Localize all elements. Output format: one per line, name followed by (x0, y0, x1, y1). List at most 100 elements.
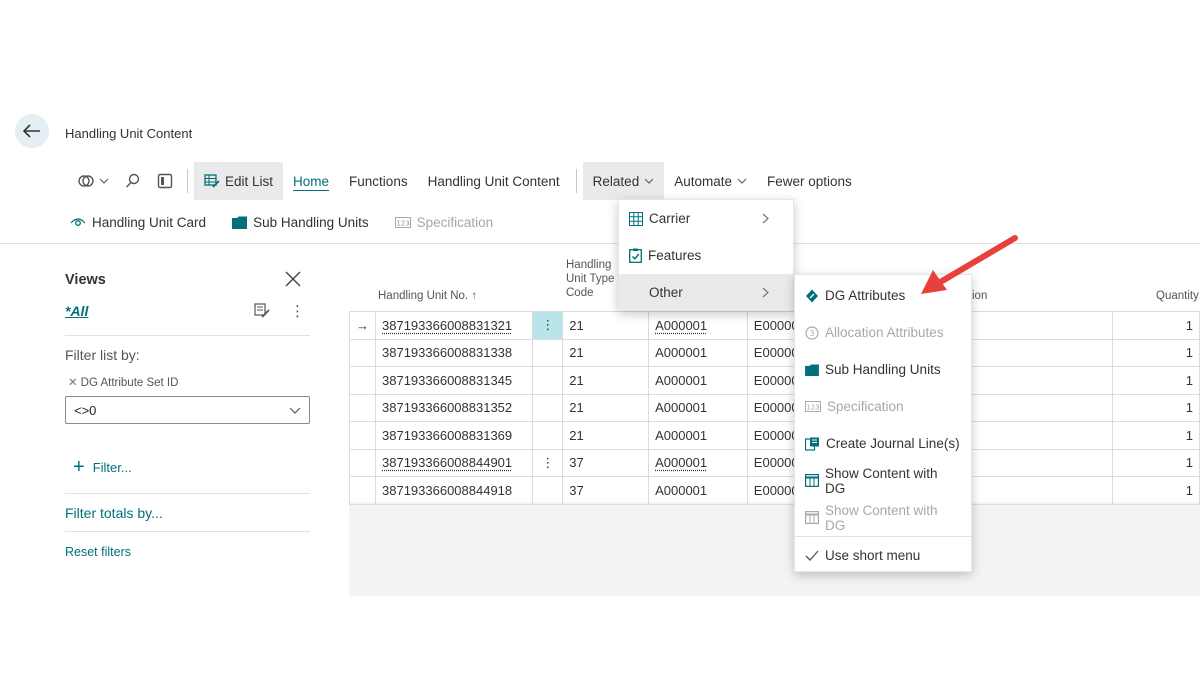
cell-type-code[interactable]: 21 (562, 311, 650, 340)
chevron-right-icon (762, 287, 769, 298)
tab-automate[interactable]: Automate (664, 162, 757, 200)
menu-item-other[interactable]: Other (619, 274, 793, 311)
menu-item-specification[interactable]: 123 Specification (795, 388, 971, 425)
filter-totals-by-link[interactable]: Filter totals by... (65, 505, 163, 521)
cell-handling-unit-no[interactable]: 387193366008844918 (374, 476, 534, 505)
cell-handling-unit-no[interactable]: 387193366008831352 (374, 393, 534, 422)
row-selector[interactable] (349, 338, 376, 367)
row-selector[interactable] (349, 476, 376, 505)
row-actions-icon[interactable] (532, 366, 564, 395)
menu-item-label: Use short menu (825, 548, 921, 563)
toolbar-separator (575, 169, 577, 193)
cell-quantity[interactable]: 1 (1111, 421, 1200, 450)
cell-item-no[interactable]: A000001 (648, 311, 748, 340)
tab-related[interactable]: Related (582, 162, 665, 200)
back-button[interactable] (15, 114, 49, 148)
cell-quantity[interactable]: 1 (1111, 366, 1200, 395)
table-icon (805, 474, 819, 487)
column-header-line: Code (566, 287, 594, 299)
open-in-page-button[interactable] (149, 162, 181, 200)
menu-item-features[interactable]: Features (619, 237, 793, 274)
tab-functions[interactable]: Functions (339, 162, 418, 200)
close-icon (285, 271, 301, 287)
cell-quantity[interactable]: 1 (1111, 338, 1200, 367)
row-selector[interactable] (349, 366, 376, 395)
cell-handling-unit-no[interactable]: 387193366008831369 (374, 421, 534, 450)
cell-item-no[interactable]: A000001 (648, 393, 748, 422)
view-all-link[interactable]: *All (65, 303, 88, 319)
copilot-menu-button[interactable] (70, 162, 117, 200)
cell-quantity[interactable]: 1 (1111, 311, 1200, 340)
row-actions-icon[interactable] (532, 476, 564, 505)
table-row[interactable]: → 387193366008831321 ⋮ 21 A000001 E00000 1 (349, 311, 1200, 340)
row-actions-icon[interactable] (532, 393, 564, 422)
cell-type-code[interactable]: 21 (562, 393, 650, 422)
cell-handling-unit-no[interactable]: 387193366008831338 (374, 338, 534, 367)
remove-filter-icon[interactable]: ✕ (68, 377, 78, 389)
menu-item-show-content-with-dg[interactable]: Show Content with DG (795, 462, 971, 499)
table-row[interactable]: 387193366008831338 21 A000001 E00000 1 (349, 338, 1200, 367)
row-actions-icon[interactable] (532, 338, 564, 367)
row-selector[interactable] (349, 393, 376, 422)
table-row[interactable]: 387193366008831345 21 A000001 E00000 1 (349, 366, 1200, 395)
cell-item-no[interactable]: A000001 (648, 476, 748, 505)
table-row[interactable]: 387193366008831369 21 A000001 E00000 1 (349, 421, 1200, 450)
specification-button[interactable]: 123 Specification (394, 215, 493, 230)
cell-quantity[interactable]: 1 (1111, 448, 1200, 477)
svg-text:3: 3 (809, 329, 814, 338)
menu-item-carrier[interactable]: Carrier (619, 200, 793, 237)
row-selector[interactable] (349, 421, 376, 450)
cell-handling-unit-no[interactable]: 387193366008831345 (374, 366, 534, 395)
handling-unit-card-button[interactable]: Handling Unit Card (70, 215, 206, 230)
row-actions-icon[interactable]: ⋮ (532, 448, 564, 477)
close-filter-pane-button[interactable] (284, 270, 302, 291)
menu-item-sub-handling-units[interactable]: Sub Handling Units (795, 351, 971, 388)
promoted-actions-bar: Handling Unit Card Sub Handling Units 12… (70, 205, 519, 239)
row-actions-icon[interactable]: ⋮ (532, 311, 564, 340)
cell-item-no[interactable]: A000001 (648, 448, 748, 477)
menu-item-create-journal-lines[interactable]: Create Journal Line(s) (795, 425, 971, 462)
table-row[interactable]: 387193366008844918 37 A000001 E00000 1 (349, 476, 1200, 505)
cell-type-code[interactable]: 37 (562, 448, 650, 477)
divider (65, 335, 310, 336)
table-row[interactable]: 387193366008831352 21 A000001 E00000 1 (349, 393, 1200, 422)
plus-icon: + (73, 456, 85, 478)
column-header-handling-unit-type-code[interactable]: Handling Unit Type Code (566, 258, 614, 300)
menu-item-show-content-with-dg-disabled[interactable]: Show Content with DG (795, 499, 971, 536)
handling-unit-card-label: Handling Unit Card (92, 214, 207, 230)
search-button[interactable] (117, 162, 149, 200)
cell-handling-unit-no[interactable]: 387193366008831321 (374, 311, 534, 340)
cell-type-code[interactable]: 21 (562, 338, 650, 367)
tab-handling-unit-content[interactable]: Handling Unit Content (418, 162, 570, 200)
table-row[interactable]: 387193366008844901 ⋮ 37 A000001 E00000 1 (349, 448, 1200, 477)
cell-item-no[interactable]: A000001 (648, 366, 748, 395)
reset-filters-link[interactable]: Reset filters (65, 545, 131, 559)
cell-quantity[interactable]: 1 (1111, 393, 1200, 422)
row-selector[interactable]: → (349, 311, 376, 340)
filter-list-by-label: Filter list by: (65, 347, 140, 363)
divider (65, 493, 310, 494)
sub-handling-units-button[interactable]: Sub Handling Units (232, 215, 369, 230)
cell-quantity[interactable]: 1 (1111, 476, 1200, 505)
menu-item-use-short-menu[interactable]: Use short menu (795, 537, 971, 574)
menu-item-allocation-attributes[interactable]: 3 Allocation Attributes (795, 314, 971, 351)
view-more-options-icon[interactable]: ⋮ (290, 302, 305, 320)
fewer-options-button[interactable]: Fewer options (757, 162, 862, 200)
allocation-icon: 3 (805, 325, 819, 340)
row-selector[interactable] (349, 448, 376, 477)
cell-type-code[interactable]: 37 (562, 476, 650, 505)
cell-item-no[interactable]: A000001 (648, 338, 748, 367)
column-header-quantity[interactable]: Quantity (1156, 289, 1199, 303)
cell-type-code[interactable]: 21 (562, 421, 650, 450)
filter-value-field[interactable]: <>0 (65, 396, 310, 424)
edit-view-button[interactable] (254, 303, 270, 321)
add-filter-button[interactable]: + Filter... (73, 457, 132, 477)
cell-item-no[interactable]: A000001 (648, 421, 748, 450)
column-header-handling-unit-no[interactable]: Handling Unit No. ↑ (378, 289, 477, 303)
cell-handling-unit-no[interactable]: 387193366008844901 (374, 448, 534, 477)
tab-home[interactable]: Home (283, 162, 339, 200)
edit-list-button[interactable]: Edit List (194, 162, 284, 200)
menu-item-label: Show Content with DG (825, 465, 938, 496)
cell-type-code[interactable]: 21 (562, 366, 650, 395)
row-actions-icon[interactable] (532, 421, 564, 450)
